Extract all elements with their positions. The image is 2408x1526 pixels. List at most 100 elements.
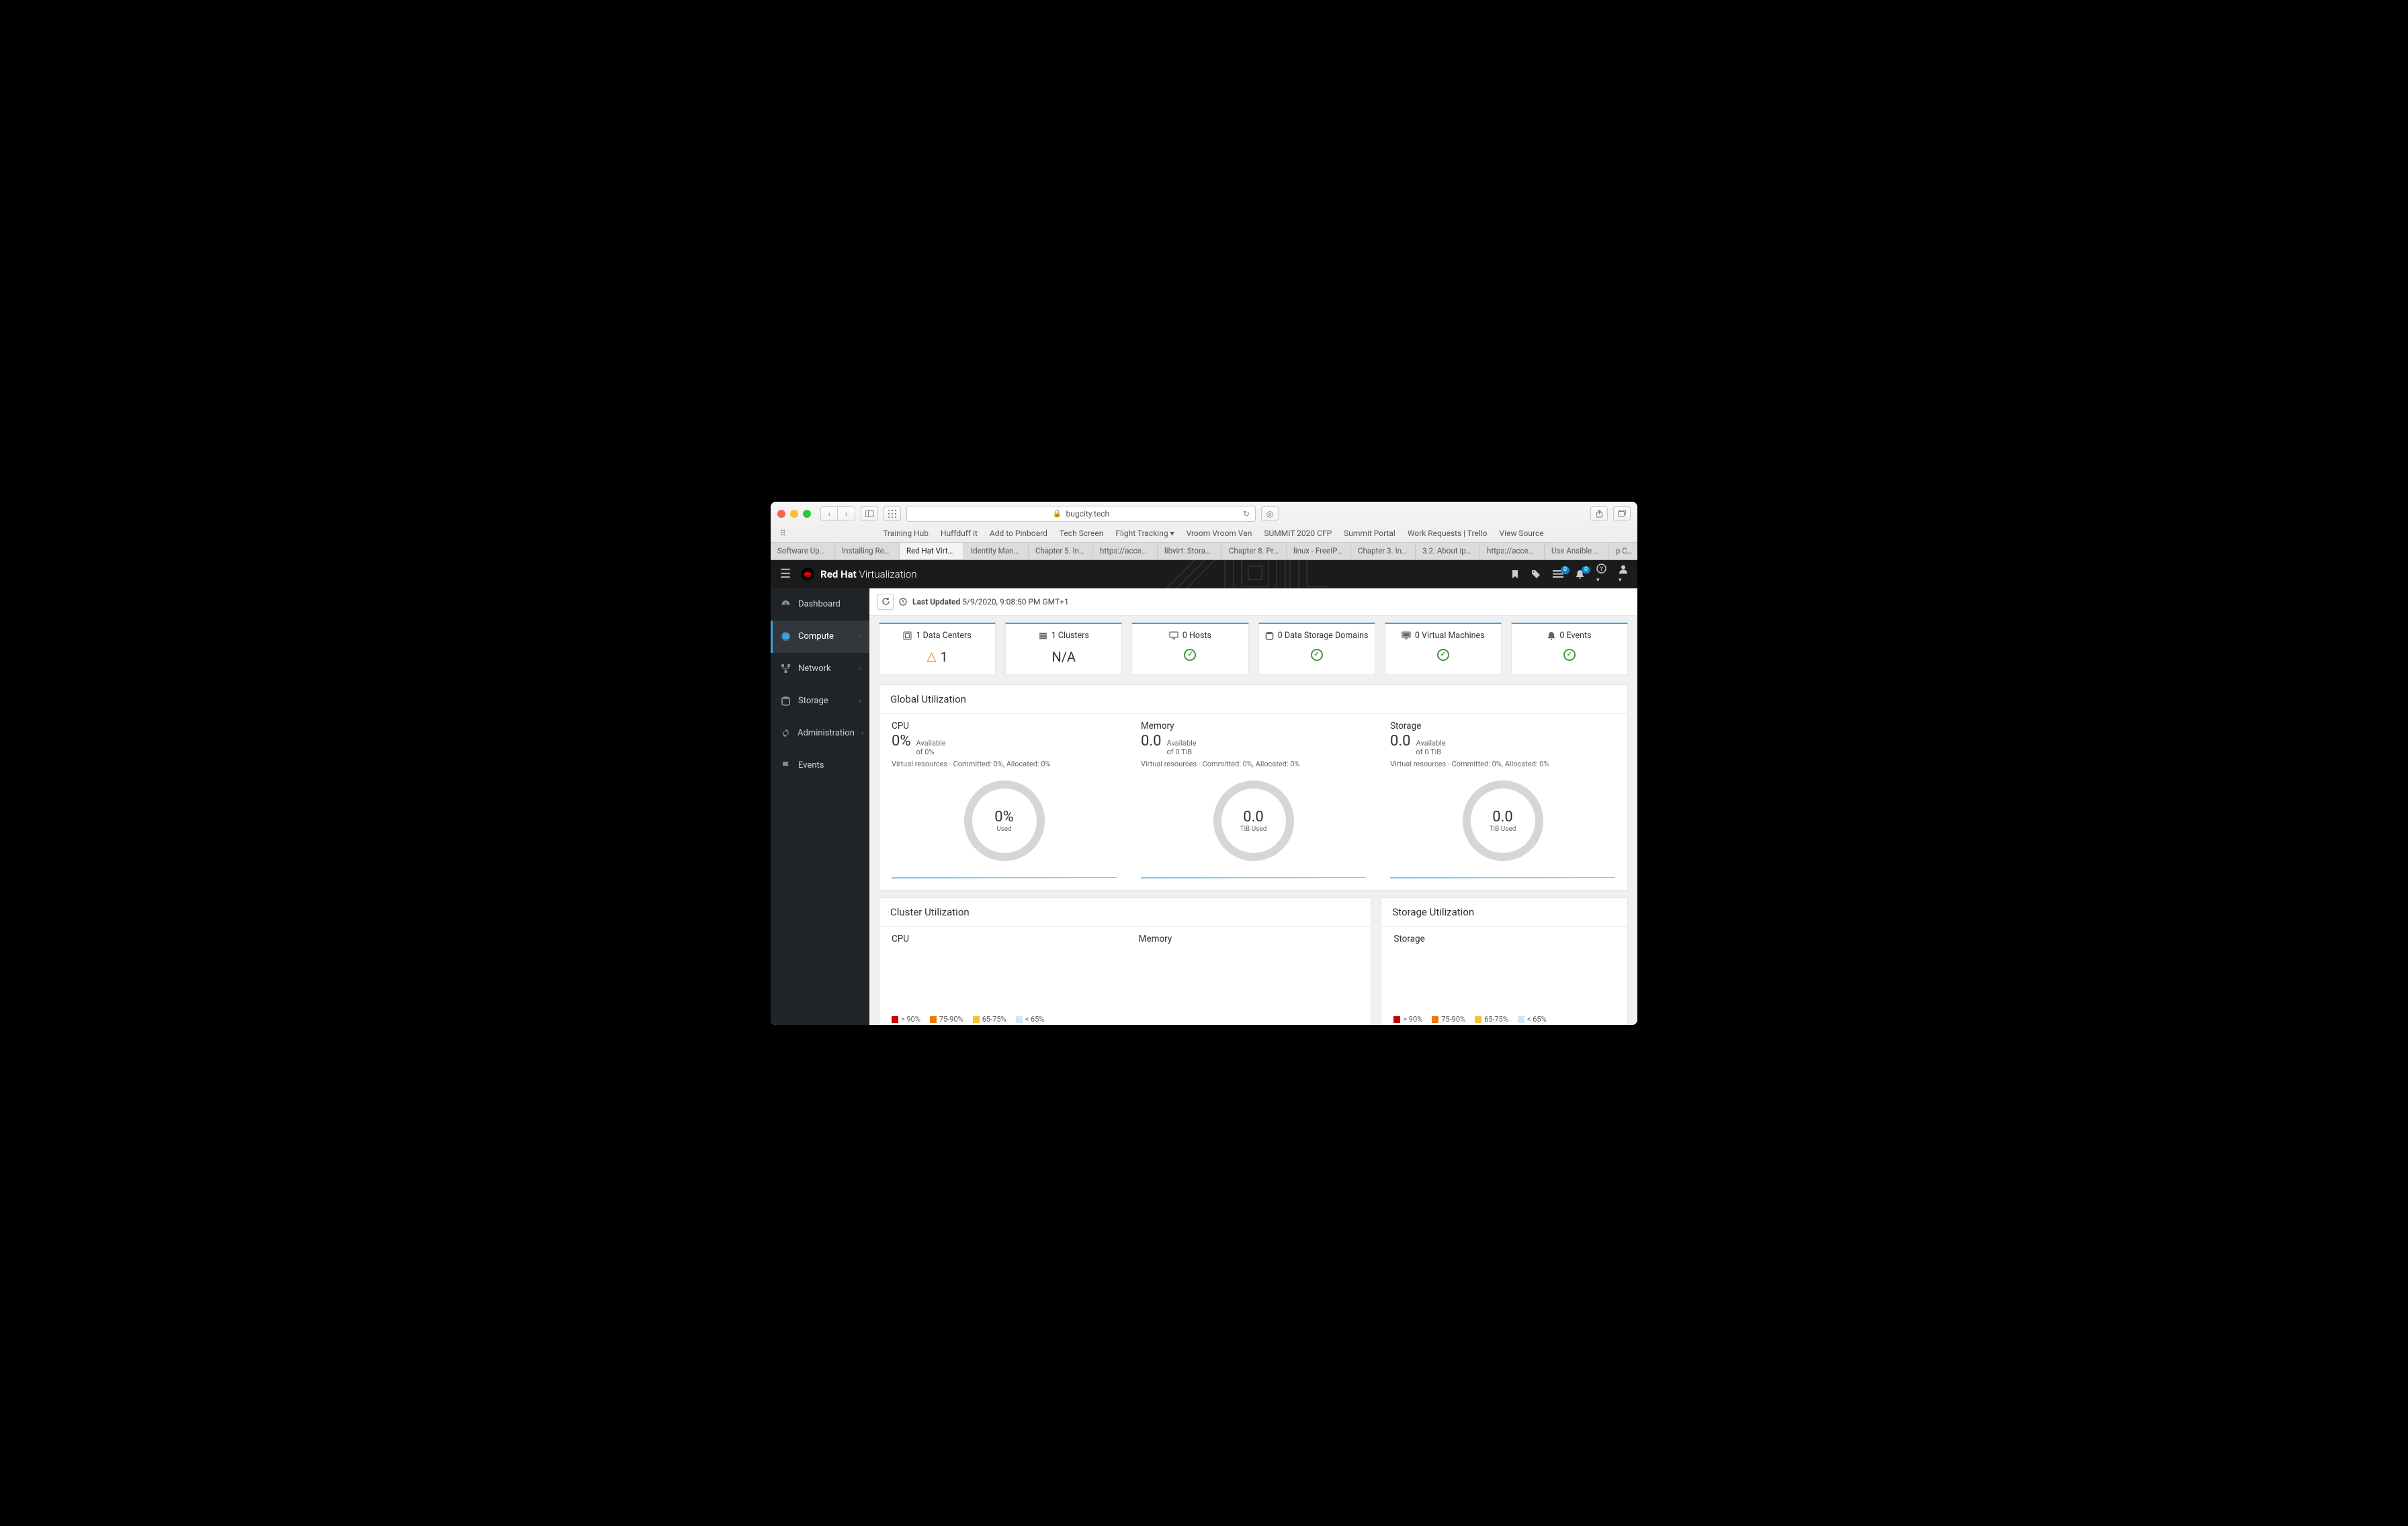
util-small-text: Availableof 0 TiB (1167, 739, 1197, 758)
dashboard-icon (781, 599, 791, 609)
tasks-icon[interactable]: 0 (1553, 570, 1563, 578)
favorite-link[interactable]: Summit Portal (1344, 529, 1395, 538)
stat-card-data-centers[interactable]: 1 Data Centers△1 (879, 623, 996, 675)
brand: Red Hat Virtualization (800, 567, 916, 582)
favorite-link[interactable]: View Source (1500, 529, 1544, 538)
stat-card-hosts[interactable]: 0 Hosts✓ (1131, 623, 1248, 675)
browser-tab[interactable]: Identity Manag... (964, 543, 1029, 559)
stat-card-virtual-machines[interactable]: 0 Virtual Machines✓ (1385, 623, 1502, 675)
browser-tab[interactable]: Chapter 3. Inst... (1351, 543, 1416, 559)
compute-icon (781, 631, 791, 641)
favorite-link[interactable]: Tech Screen (1060, 529, 1104, 538)
back-button[interactable]: ‹ (820, 506, 838, 521)
main-content: Last Updated 5/9/2020, 9:08:50 PM GMT+1 … (869, 588, 1637, 1025)
user-menu-icon[interactable]: ▾ (1619, 564, 1628, 584)
browser-tab[interactable]: 3.2. About ipa-... (1416, 543, 1480, 559)
browser-tab[interactable]: Chapter 8. Pre... (1222, 543, 1287, 559)
browser-tab[interactable]: Software Upda... (771, 543, 835, 559)
stat-label: 0 Hosts (1182, 631, 1211, 641)
favorite-link[interactable]: Huffduff it (941, 529, 978, 538)
refresh-button[interactable] (877, 594, 894, 610)
stat-icon (1402, 631, 1411, 639)
browser-tab[interactable]: https://access.... (1093, 543, 1158, 559)
util-vr-text: Virtual resources - Committed: 0%, Alloc… (892, 760, 1117, 768)
legend-item: 75-90% (1432, 1015, 1465, 1024)
sidebar-item-compute[interactable]: Compute› (771, 621, 869, 653)
app-root: ☰ Red Hat Virtualization 0 0 ? ▾ ▾ (771, 560, 1637, 1025)
util-title: Storage (1390, 721, 1615, 731)
fullscreen-window-button[interactable] (803, 510, 811, 518)
favorite-link[interactable]: Training Hub (883, 529, 929, 538)
favorite-link[interactable]: Add to Pinboard (990, 529, 1047, 538)
util-big-value: 0% (892, 733, 910, 750)
ok-icon: ✓ (1437, 649, 1449, 661)
browser-tab[interactable]: linux - FreeIPA... (1287, 543, 1351, 559)
sparkline (892, 877, 1117, 879)
sidebar-item-events[interactable]: Events (771, 750, 869, 782)
sidebar-item-label: Events (798, 760, 824, 770)
bookmark-icon[interactable] (1511, 570, 1519, 579)
sparkline (1141, 877, 1366, 879)
cluster-utilization-panel: Cluster Utilization CPU Memory > 90%75-9… (879, 897, 1371, 1025)
favorite-link[interactable]: Vroom Vroom Van (1187, 529, 1252, 538)
stat-card-data-storage-domains[interactable]: 0 Data Storage Domains✓ (1258, 623, 1375, 675)
sidebar-item-storage[interactable]: Storage› (771, 685, 869, 717)
legend-item: < 65% (1518, 1015, 1547, 1024)
legend-item: 65-75% (973, 1015, 1006, 1024)
util-big-value: 0.0 (1141, 733, 1162, 750)
tabs-overview-button[interactable] (1613, 506, 1631, 521)
stat-label: 1 Clusters (1051, 631, 1089, 641)
help-icon[interactable]: ? ▾ (1596, 564, 1606, 584)
privacy-button[interactable]: ◎ (1261, 506, 1279, 521)
lock-icon: 🔒 (1053, 509, 1062, 518)
browser-tab[interactable]: Use Ansible an... (1545, 543, 1609, 559)
sidebar-item-network[interactable]: Network› (771, 653, 869, 685)
browser-tab[interactable]: libvirt: Storage... (1158, 543, 1222, 559)
stat-card-clusters[interactable]: 1 Clusters N/A (1005, 623, 1122, 675)
cluster-memory-heading: Memory (1139, 934, 1359, 944)
sidebar-item-label: Administration (798, 728, 855, 738)
forward-button[interactable]: › (838, 506, 855, 521)
grid-button[interactable] (884, 506, 901, 521)
minimize-window-button[interactable] (790, 510, 798, 518)
hamburger-icon[interactable]: ☰ (780, 567, 791, 581)
legend-item: > 90% (1393, 1015, 1422, 1024)
favorite-link[interactable]: Flight Tracking ▾ (1115, 529, 1174, 538)
util-small-text: Availableof 0% (916, 739, 945, 758)
sidebar-item-administration[interactable]: Administration › (771, 717, 869, 750)
browser-tab[interactable]: Red Hat Virtual... (900, 543, 964, 559)
browser-tab[interactable]: p Coc... (1609, 543, 1637, 559)
chevron-right-icon: › (861, 729, 863, 737)
bell-icon[interactable]: 0 (1576, 570, 1584, 579)
legend-item: 75-90% (930, 1015, 963, 1024)
sidebar-toggle-button[interactable] (861, 506, 878, 521)
close-window-button[interactable] (777, 510, 785, 518)
browser-tabs: Software Upda...Installing Red...Red Hat… (771, 543, 1637, 559)
ok-icon: ✓ (1563, 649, 1576, 661)
cluster-cpu-heading: CPU (892, 934, 1112, 944)
chevron-right-icon: › (859, 632, 861, 641)
stat-value: N/A (1051, 649, 1076, 665)
stat-card-events[interactable]: 0 Events✓ (1511, 623, 1628, 675)
address-bar[interactable]: 🔒 bugcity.tech ↻ (906, 506, 1256, 522)
favorite-link[interactable]: Work Requests | Trello (1408, 529, 1488, 538)
browser-tab[interactable]: https://access.... (1480, 543, 1545, 559)
legend-label: < 65% (1025, 1015, 1045, 1024)
stat-icon (1039, 631, 1047, 640)
tag-icon[interactable] (1531, 570, 1541, 579)
favorite-link[interactable]: SUMMIT 2020 CFP (1264, 529, 1332, 538)
util-title: Memory (1141, 721, 1366, 731)
browser-tab[interactable]: Installing Red... (835, 543, 900, 559)
last-updated-label: Last Updated (912, 597, 960, 607)
sidebar-item-dashboard[interactable]: Dashboard (771, 588, 869, 621)
util-big-value: 0.0 (1390, 733, 1411, 750)
redhat-logo-icon (800, 567, 815, 582)
donut-chart: 0.0TiB Used (1463, 780, 1543, 861)
tasks-badge: 0 (1561, 566, 1570, 574)
util-col-memory: Memory0.0Availableof 0 TiBVirtual resour… (1129, 714, 1378, 891)
share-button[interactable] (1590, 506, 1608, 521)
reload-icon[interactable]: ↻ (1243, 509, 1250, 519)
browser-tab[interactable]: Chapter 5. Inst... (1029, 543, 1093, 559)
util-small-text: Availableof 0 TiB (1416, 739, 1446, 758)
legend-swatch (1016, 1016, 1023, 1023)
